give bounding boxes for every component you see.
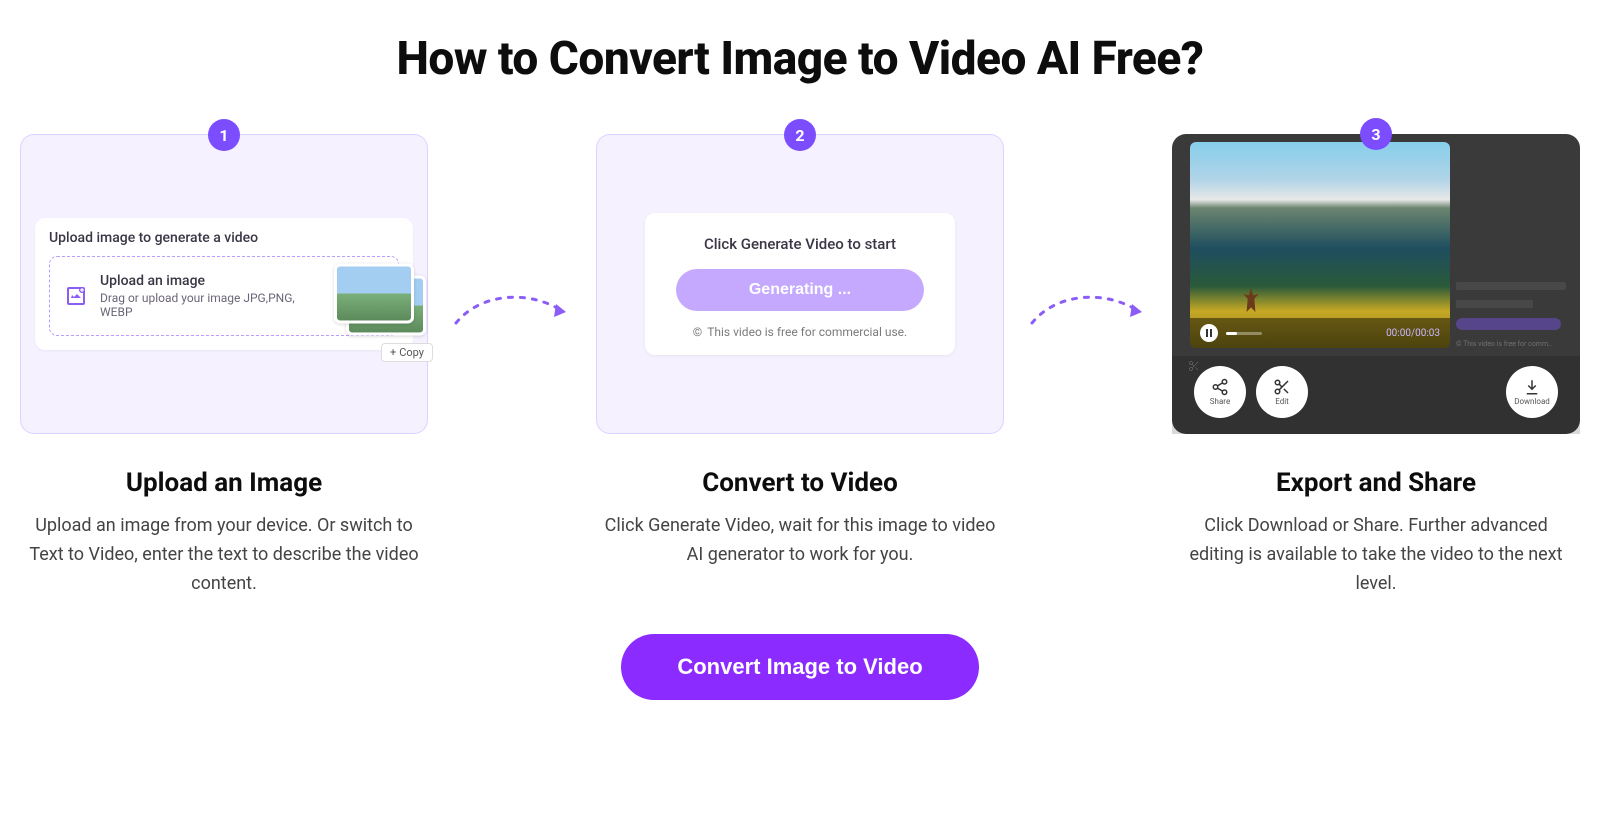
scissors-icon [1188, 360, 1200, 372]
step-2-desc: Click Generate Video, wait for this imag… [600, 512, 1000, 570]
arrow-1 [452, 134, 572, 434]
upload-dropzone[interactable]: Upload an image Drag or upload your imag… [49, 256, 399, 336]
step-3-badge: 3 [1360, 118, 1392, 150]
commercial-use-note: © This video is free for commercial use. [693, 325, 907, 339]
upload-main-text: Upload an image [100, 273, 298, 289]
copy-badge[interactable]: + Copy [381, 343, 433, 362]
convert-cta-button[interactable]: Convert Image to Video [621, 634, 978, 700]
step-3-title: Export and Share [1276, 468, 1476, 498]
action-bar: Share Edit Download [1172, 356, 1580, 434]
step-1-badge: 1 [208, 119, 240, 151]
share-label: Share [1210, 397, 1230, 406]
dashed-arrow-icon [1028, 279, 1148, 339]
step-1-card: 1 Upload image to generate a video Uploa… [20, 134, 428, 434]
upload-panel-heading: Upload image to generate a video [49, 230, 399, 246]
step-3: 3 00:00/00:03 © This video is free for c [1172, 134, 1580, 598]
step-3-card: 3 00:00/00:03 © This video is free for c [1172, 134, 1580, 434]
video-progress[interactable] [1226, 332, 1262, 335]
scissors-icon [1273, 378, 1291, 396]
arrow-2 [1028, 134, 1148, 434]
step-2-title: Convert to Video [702, 468, 898, 498]
image-thumbnails [334, 263, 426, 337]
upload-panel: Upload image to generate a video Upload … [35, 218, 413, 350]
pause-button[interactable] [1200, 324, 1218, 342]
upload-sub-text: Drag or upload your image JPG,PNG, WEBP [100, 291, 298, 319]
side-panel-ghost: © This video is free for comm… [1456, 146, 1566, 348]
step-1-desc: Upload an image from your device. Or swi… [24, 512, 424, 598]
step-1: 1 Upload image to generate a video Uploa… [20, 134, 428, 598]
how-to-section: How to Convert Image to Video AI Free? 1… [20, 20, 1580, 700]
edit-button[interactable]: Edit [1256, 366, 1308, 418]
commercial-use-text: This video is free for commercial use. [707, 325, 907, 339]
video-preview[interactable]: 00:00/00:03 [1190, 142, 1450, 348]
section-title: How to Convert Image to Video AI Free? [396, 32, 1203, 86]
step-2: 2 Click Generate Video to start Generati… [596, 134, 1004, 570]
generate-heading: Click Generate Video to start [704, 235, 896, 253]
pause-icon [1205, 329, 1213, 337]
generate-panel: Click Generate Video to start Generating… [645, 213, 955, 355]
dashed-arrow-icon [452, 279, 572, 339]
steps-row: 1 Upload image to generate a video Uploa… [20, 134, 1580, 598]
step-2-card: 2 Click Generate Video to start Generati… [596, 134, 1004, 434]
generating-button[interactable]: Generating ... [676, 269, 924, 311]
edit-label: Edit [1275, 397, 1289, 406]
upload-image-icon [64, 284, 88, 308]
download-icon [1523, 378, 1541, 396]
step-1-title: Upload an Image [126, 468, 322, 498]
plus-icon: + [390, 346, 396, 359]
share-button[interactable]: Share [1194, 366, 1246, 418]
copy-label: Copy [399, 346, 424, 359]
edit-ghost [1188, 360, 1200, 372]
download-button[interactable]: Download [1506, 366, 1558, 418]
download-label: Download [1514, 397, 1550, 406]
copyright-icon: © [693, 325, 702, 339]
video-time: 00:00/00:03 [1386, 328, 1440, 339]
step-3-desc: Click Download or Share. Further advance… [1176, 512, 1576, 598]
video-controls: 00:00/00:03 [1190, 318, 1450, 348]
step-2-badge: 2 [784, 119, 816, 151]
share-icon [1211, 378, 1229, 396]
